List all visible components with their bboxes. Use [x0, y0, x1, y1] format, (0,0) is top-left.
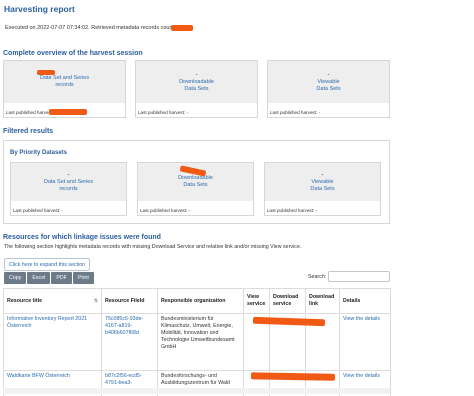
copy-button[interactable]: Copy: [4, 272, 27, 284]
overview-card-downloadable: - Downloadable Data Sets Last published h…: [135, 60, 258, 118]
card-label[interactable]: Viewable Data Sets: [316, 79, 340, 93]
filtered-card-records: - Data Set and Series records Last publis…: [10, 162, 127, 216]
pdf-button[interactable]: PDF: [51, 272, 72, 284]
export-buttons: Copy Excel PDF Print: [4, 272, 95, 284]
table-row: Informative Inventory Report 2021 Österr…: [3, 313, 391, 371]
filtered-card-viewable: - Viewable Data Sets Last published harve…: [264, 162, 381, 216]
sort-icon[interactable]: ⇅: [94, 298, 98, 305]
print-button[interactable]: Print: [72, 272, 94, 284]
col-header-download-service[interactable]: Download service: [269, 288, 306, 314]
resource-title-link[interactable]: Informative Inventory Report 2021 Österr…: [7, 316, 87, 329]
search-label: Search:: [308, 274, 327, 280]
redaction-mark: [171, 25, 193, 31]
overview-heading: Complete overview of the harvest session: [3, 50, 143, 57]
card-label[interactable]: Data Set and Series records: [40, 75, 89, 89]
search-input[interactable]: [328, 271, 390, 282]
card-footer: Last published harvest: -: [267, 208, 318, 213]
card-value: -: [321, 171, 324, 178]
page-title: Harvesting report: [4, 4, 75, 14]
view-details-link[interactable]: View the details: [343, 316, 380, 322]
resource-title-link[interactable]: Waldkarte BFW Österreich: [7, 373, 70, 379]
col-header-resource-fileid[interactable]: Resource FileId: [101, 288, 158, 314]
card-value: -: [67, 171, 70, 178]
redaction-mark: [49, 109, 87, 115]
card-footer: Last published harvest: -: [270, 110, 321, 115]
execution-info: Executed on 2022-07-07 07:34:02. Retriev…: [5, 25, 176, 31]
view-details-link[interactable]: View the details: [343, 373, 380, 379]
expand-section-button[interactable]: Click here to expand this section: [4, 258, 90, 271]
col-header-view-service[interactable]: View service: [243, 288, 270, 314]
redaction-mark: [250, 372, 336, 381]
card-value: -: [195, 71, 198, 78]
card-value: -: [327, 71, 330, 78]
card-label[interactable]: Downloadable Data Sets: [179, 79, 214, 93]
card-label[interactable]: Data Set and Series records: [44, 179, 93, 193]
col-header-download-link[interactable]: Download link: [305, 288, 340, 314]
col-header-details[interactable]: Details: [339, 288, 391, 314]
card-label[interactable]: Downloadable Data Sets: [178, 175, 213, 189]
responsible-org: Bundesministerium für Klimaschutz, Umwel…: [157, 313, 244, 371]
col-header-responsible-org[interactable]: Responsible organization: [157, 288, 244, 314]
redaction-mark: [37, 70, 55, 75]
issues-intro: The following section highlights metadat…: [4, 244, 302, 250]
card-label[interactable]: Viewable Data Sets: [310, 179, 334, 193]
card-footer: Last published harvest: -: [140, 208, 191, 213]
card-footer: Last published harvest: -: [13, 208, 64, 213]
col-header-resource-title[interactable]: Resource title ⇅: [3, 288, 102, 314]
issues-heading: Resources for which linkage issues were …: [3, 234, 161, 241]
resource-fileid-link[interactable]: b87c2f56-ecd5-4791-bea3-: [105, 373, 142, 386]
card-footer: Last published harvest:: [6, 110, 54, 115]
horizontal-scrollbar[interactable]: [3, 388, 390, 394]
card-footer: Last published harvest: -: [138, 110, 189, 115]
resource-fileid-link[interactable]: 75c085c6-93de-4167-a819-b406b607f68d: [105, 316, 143, 336]
table-header-row: Resource title ⇅ Resource FileId Responsi…: [3, 288, 391, 314]
excel-button[interactable]: Excel: [27, 272, 51, 284]
overview-card-viewable: - Viewable Data Sets Last published harve…: [267, 60, 390, 118]
priority-subheading: By Priority Datasets: [10, 150, 68, 156]
filtered-heading: Filtered results: [3, 128, 54, 135]
